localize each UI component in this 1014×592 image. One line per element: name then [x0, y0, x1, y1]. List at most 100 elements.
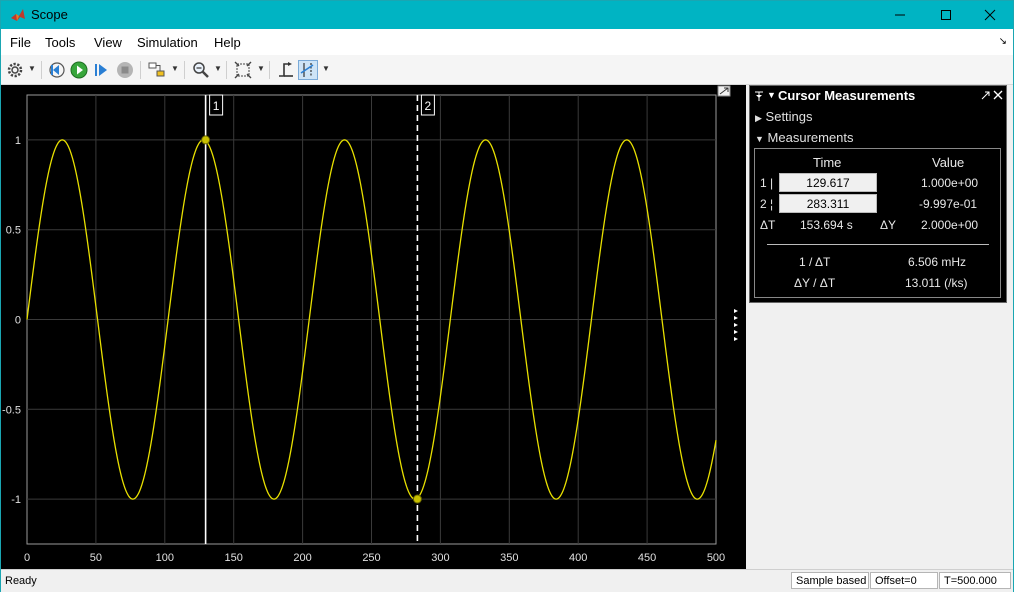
sample-mode-indicator: Sample based [791, 572, 869, 589]
zoom-button[interactable] [191, 60, 211, 80]
side-panel: ▼ Cursor Measurements ▶ Settings ▼ Measu… [746, 85, 1013, 569]
toolbar-separator [140, 61, 141, 79]
y-tick-label: 0 [15, 315, 21, 327]
y-tick-label: -1 [11, 494, 21, 506]
x-tick-label: 200 [293, 552, 311, 564]
x-tick-label: 100 [156, 552, 174, 564]
run-icon [70, 61, 88, 79]
maximize-button[interactable] [923, 1, 969, 29]
menu-tools[interactable]: Tools [45, 35, 75, 50]
cursor-1-tag-label: 1 [213, 99, 220, 113]
delta-t-label: ΔT [760, 218, 776, 232]
zoom-icon [193, 62, 209, 78]
chevron-down-icon[interactable]: ▼ [171, 64, 179, 73]
stop-button[interactable] [115, 60, 135, 80]
pin-icon[interactable] [754, 90, 764, 102]
cursor-2-tag[interactable]: 2 [420, 94, 435, 116]
configuration-button[interactable] [5, 60, 25, 80]
maximize-icon [941, 10, 951, 20]
menu-help[interactable]: Help [214, 35, 241, 50]
expand-triangle-icon: ▶ [755, 113, 762, 123]
delta-y-value: 2.000e+00 [921, 218, 979, 232]
measurements-table: Time Value 1 | 129.617 1.000e+00 2 ¦ 283… [754, 148, 1001, 298]
inverse-delta-t-label: 1 / ΔT [799, 255, 831, 269]
x-tick-label: 500 [707, 552, 725, 564]
cursor2-label: 2 ¦ [760, 197, 774, 211]
x-tick-label: 50 [90, 552, 102, 564]
status-bar: Ready Sample based Offset=0 T=500.000 [1, 569, 1013, 592]
close-button[interactable] [967, 1, 1013, 29]
chevron-down-icon[interactable]: ▼ [214, 64, 222, 73]
delta-y-label: ΔY [880, 218, 897, 232]
time-indicator: T=500.000 [939, 572, 1011, 589]
legend-toggle-button[interactable] [717, 85, 731, 97]
x-tick-label: 150 [225, 552, 243, 564]
collapse-triangle-icon[interactable]: ▼ [767, 90, 776, 100]
undock-arrow-icon[interactable]: ↘ [999, 36, 1007, 47]
step-back-button[interactable] [47, 60, 67, 80]
cursor1-label: 1 | [760, 176, 774, 190]
cursor1-value: 1.000e+00 [921, 176, 979, 190]
status-text: Ready [5, 575, 37, 587]
x-tick-label: 450 [638, 552, 656, 564]
cursor-measurements-button[interactable] [298, 60, 318, 80]
chevron-down-icon[interactable]: ▼ [322, 64, 330, 73]
inverse-delta-t-value: 6.506 mHz [908, 255, 967, 269]
run-button[interactable] [69, 60, 89, 80]
x-tick-label: 250 [362, 552, 380, 564]
close-icon [984, 9, 996, 21]
offset-indicator: Offset=0 [870, 572, 938, 589]
measurements-label: Measurements [767, 130, 854, 145]
triggers-icon [279, 62, 293, 77]
title-bar: Scope [1, 1, 1013, 29]
close-icon[interactable] [993, 90, 1003, 100]
cursor1-time-field[interactable]: 129.617 [779, 173, 877, 192]
minimize-button[interactable] [877, 1, 923, 29]
step-forward-button[interactable] [92, 60, 112, 80]
toolbar-separator [41, 61, 42, 79]
matlab-logo-icon [11, 9, 25, 21]
stop-icon [117, 62, 133, 78]
cursor-1-tag[interactable]: 1 [209, 94, 224, 116]
panel-title: Cursor Measurements [778, 88, 916, 103]
chevron-down-icon[interactable]: ▼ [257, 64, 265, 73]
triggers-button[interactable] [276, 60, 296, 80]
scope-window: Scope File Tools View Simulation Help ↘ … [0, 0, 1014, 592]
x-tick-label: 300 [431, 552, 449, 564]
scope-plot[interactable]: 0 50 100 150 200 250 300 350 400 450 500 1 0.5 0 -0.5 -… [1, 85, 746, 569]
x-tick-label: 0 [24, 552, 30, 564]
slope-value: 13.011 (/ks) [905, 276, 968, 290]
highlight-block-button[interactable] [147, 60, 167, 80]
collapse-triangle-icon: ▼ [755, 134, 764, 144]
scope-display[interactable]: 0 50 100 150 200 250 300 350 400 450 500 1 0.5 0 -0.5 -… [1, 85, 746, 569]
menu-bar: File Tools View Simulation Help ↘ [1, 29, 1013, 55]
cursor-2-marker[interactable] [412, 494, 422, 504]
measurements-section[interactable]: ▼ Measurements [755, 130, 854, 145]
y-tick-label: -0.5 [2, 404, 21, 416]
value-header: Value [932, 155, 965, 170]
settings-section[interactable]: ▶ Settings [755, 109, 813, 124]
cursor-1-marker[interactable] [201, 135, 211, 145]
x-tick-label: 400 [569, 552, 587, 564]
autoscale-button[interactable] [233, 60, 253, 80]
cursor2-value: -9.997e-01 [919, 197, 978, 211]
menu-simulation[interactable]: Simulation [137, 35, 198, 50]
panel-header: ▼ Cursor Measurements [750, 86, 1006, 106]
divider [767, 244, 989, 245]
chevron-down-icon[interactable]: ▼ [28, 64, 36, 73]
cursor-measurements-icon [300, 63, 314, 77]
collapse-panel-arrows[interactable] [734, 309, 738, 341]
delta-t-value: 153.694 s [800, 218, 853, 232]
menu-file[interactable]: File [10, 35, 31, 50]
step-back-icon [49, 62, 65, 78]
highlight-icon [148, 62, 165, 77]
settings-label: Settings [765, 109, 813, 124]
cursor2-time-field[interactable]: 283.311 [779, 194, 877, 213]
time-header: Time [813, 155, 842, 170]
menu-view[interactable]: View [94, 35, 122, 50]
undock-icon[interactable] [981, 90, 991, 100]
cursor-measurements-panel: ▼ Cursor Measurements ▶ Settings ▼ Measu… [749, 85, 1007, 303]
x-tick-label: 350 [500, 552, 518, 564]
gear-icon [7, 62, 23, 78]
minimize-icon [895, 14, 905, 16]
